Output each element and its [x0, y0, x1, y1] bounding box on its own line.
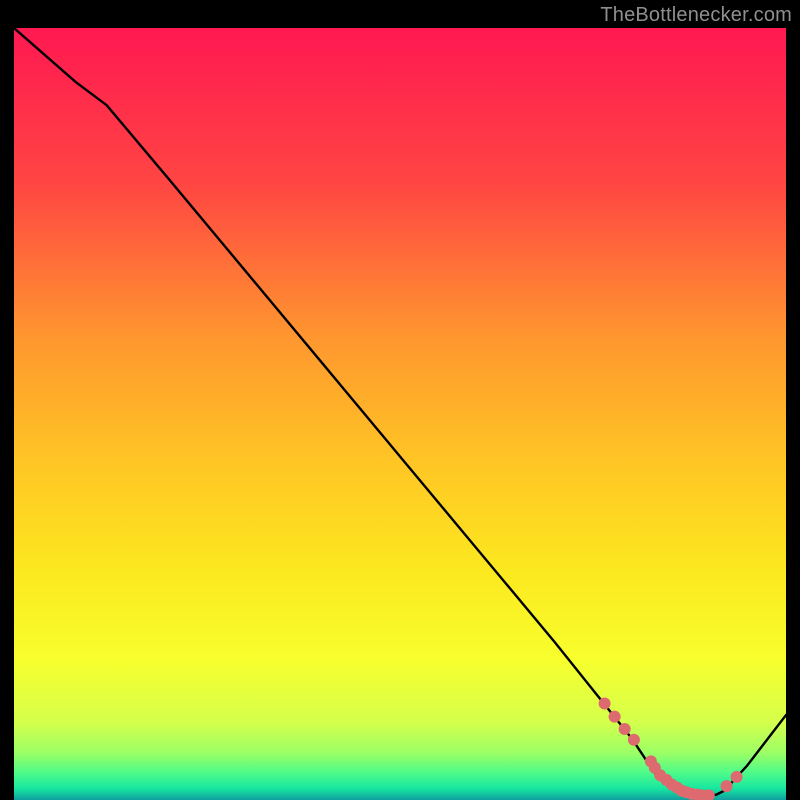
marker-dot — [609, 711, 621, 723]
marker-dot — [731, 771, 743, 783]
marker-dot — [721, 780, 733, 792]
marker-dot — [619, 723, 631, 735]
chart-stage: TheBottlenecker.com — [0, 0, 800, 800]
chart-background — [14, 28, 786, 800]
watermark-text: TheBottlenecker.com — [600, 4, 792, 27]
marker-dot — [628, 734, 640, 746]
bottleneck-chart — [14, 28, 786, 800]
marker-dot — [599, 698, 611, 710]
